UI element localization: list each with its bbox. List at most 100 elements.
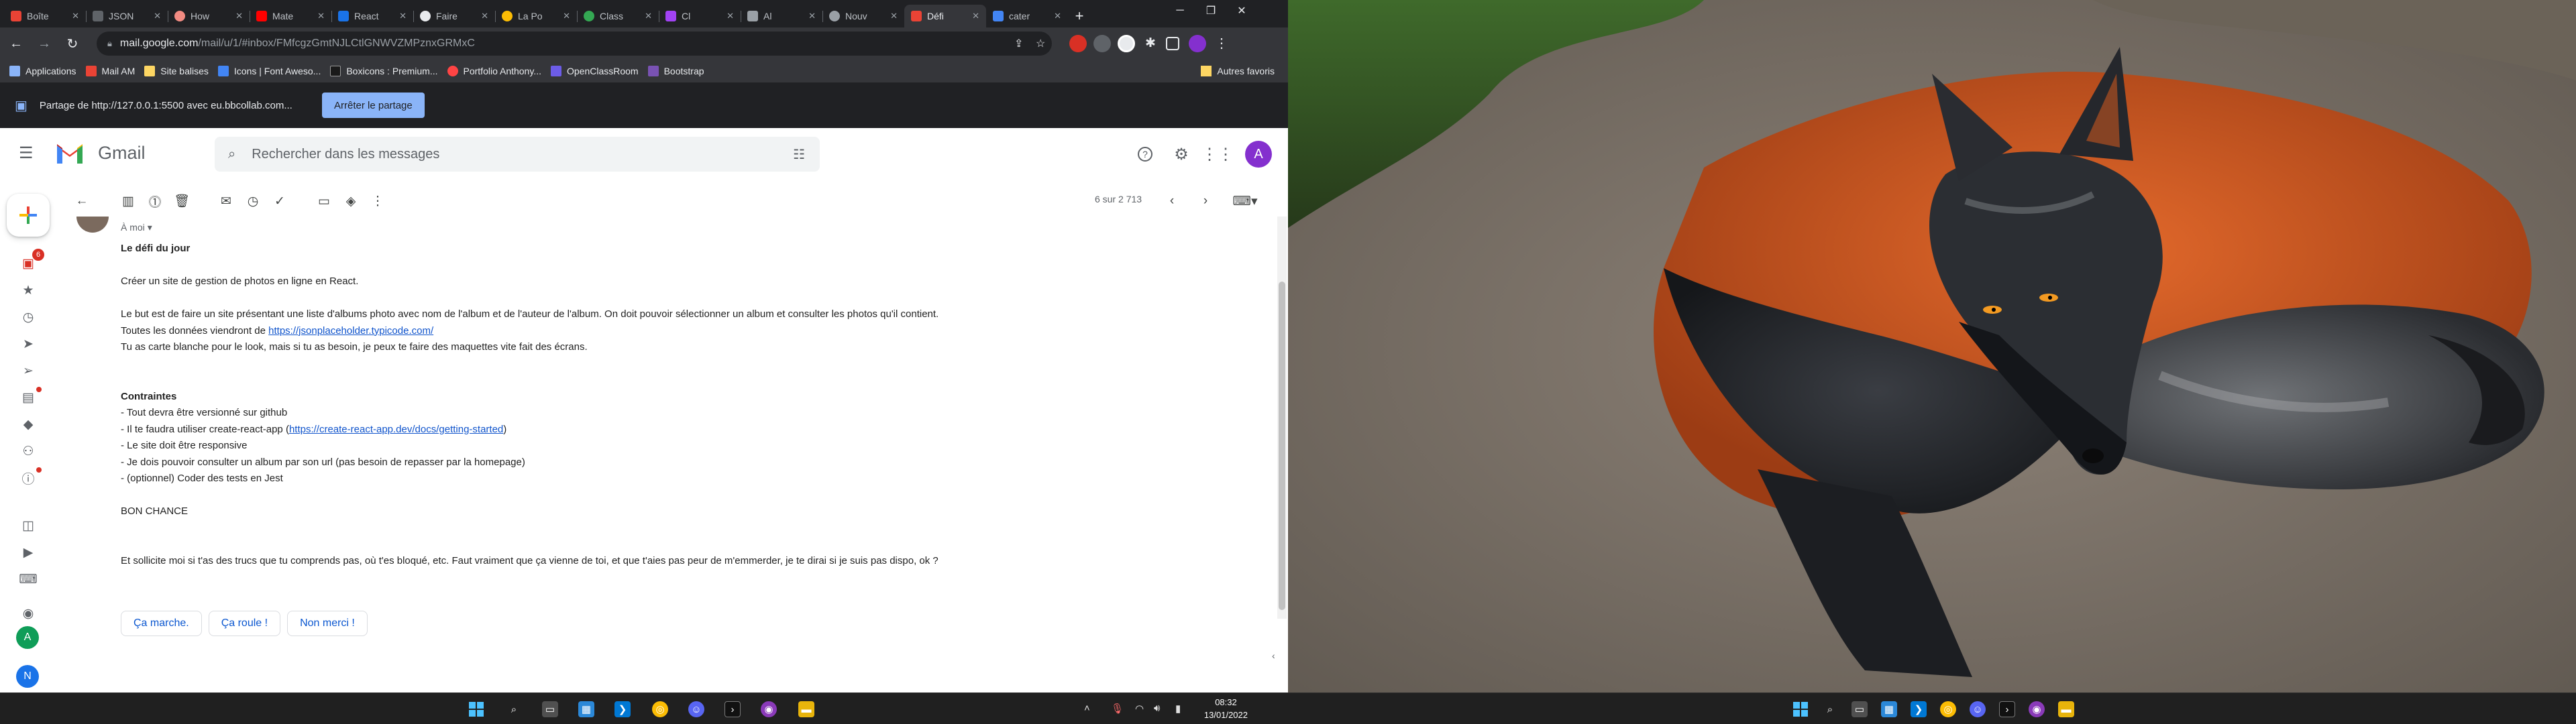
search-input[interactable] <box>252 146 749 162</box>
smart-reply-chip[interactable]: Non merci ! <box>287 611 368 636</box>
account-avatar[interactable]: A <box>1245 141 1272 168</box>
close-icon[interactable]: ✕ <box>399 11 407 21</box>
other-bookmarks[interactable]: Autres favoris <box>1201 60 1275 82</box>
minimize-button[interactable]: ─ <box>1165 0 1195 21</box>
search-icon[interactable]: ⌕ <box>228 147 235 162</box>
bookmark-item[interactable]: Icons | Font Aweso... <box>217 66 321 76</box>
extension-icon[interactable] <box>1069 35 1087 52</box>
reload-icon[interactable]: ↻ <box>60 32 85 56</box>
address-bar[interactable]: 🔒︎ mail.google.com/mail/u/1/#inbox/FMfcg… <box>97 32 1052 56</box>
chevron-down-icon[interactable]: ▾ <box>148 222 152 233</box>
widgets-icon[interactable]: ▦ <box>578 701 594 717</box>
keyboard-icon[interactable]: ⌨ <box>19 571 37 587</box>
bookmark-item[interactable]: Site balises <box>144 66 209 76</box>
close-icon[interactable]: ✕ <box>808 11 816 21</box>
system-clock[interactable]: 08:32 13/01/2022 <box>1204 696 1248 721</box>
chat-account-avatar[interactable]: A <box>16 626 39 649</box>
browser-tab-active[interactable]: Défi ✕ <box>904 5 986 27</box>
chrome-icon[interactable]: ◎ <box>1940 701 1956 717</box>
browser-tab[interactable]: La Po ✕ <box>495 5 577 27</box>
search-icon[interactable]: ⌕ <box>1822 701 1838 717</box>
compose-button[interactable] <box>7 194 50 237</box>
file-explorer-icon[interactable]: ▬ <box>2058 701 2074 717</box>
social-icon[interactable]: ⚇ <box>20 443 36 459</box>
close-icon[interactable]: ✕ <box>972 11 979 21</box>
search-icon[interactable]: ⌕ <box>506 701 522 717</box>
bookmark-star-icon[interactable]: ☆ <box>1036 37 1045 50</box>
back-icon[interactable]: ← <box>4 32 28 56</box>
recipient-details[interactable]: À moi ▾ <box>121 222 152 233</box>
widgets-icon[interactable]: ▦ <box>1881 701 1897 717</box>
bookmark-item[interactable]: Bootstrap <box>647 66 704 76</box>
puzzle-icon[interactable]: ✱ <box>1142 35 1159 52</box>
file-explorer-icon[interactable]: ▬ <box>798 701 814 717</box>
smart-reply-chip[interactable]: Ça roule ! <box>208 611 281 636</box>
profile-avatar[interactable] <box>1189 35 1206 52</box>
github-desktop-icon[interactable]: ◉ <box>2029 701 2045 717</box>
battery-icon[interactable]: ▮ <box>1175 703 1181 715</box>
snoozed-icon[interactable]: ◷ <box>20 309 36 325</box>
more-icon[interactable]: ⋮ <box>369 192 386 210</box>
side-panel-icon[interactable] <box>1166 37 1179 50</box>
close-icon[interactable]: ✕ <box>317 11 325 21</box>
windows-start-icon[interactable] <box>1792 701 1809 717</box>
apps-grid-icon[interactable]: ⋮⋮ <box>1201 144 1234 164</box>
close-icon[interactable]: ✕ <box>890 11 898 21</box>
forward-icon[interactable]: → <box>32 32 56 56</box>
jsonplaceholder-link[interactable]: https://jsonplaceholder.typicode.com/ <box>268 325 433 337</box>
mark-unread-icon[interactable]: ✉ <box>217 192 235 210</box>
sent-icon[interactable]: ➢ <box>20 363 36 379</box>
browser-tab[interactable]: Nouv ✕ <box>822 5 904 27</box>
terminal-icon[interactable]: › <box>1999 701 2015 717</box>
settings-gear-icon[interactable]: ⚙ <box>1171 144 1191 164</box>
vscode-icon[interactable]: ❯ <box>614 701 631 717</box>
close-icon[interactable]: ✕ <box>727 11 734 21</box>
volume-icon[interactable]: 🔊︎ <box>1154 703 1160 714</box>
browser-tab[interactable]: Cl ✕ <box>659 5 741 27</box>
close-icon[interactable]: ✕ <box>154 11 161 21</box>
new-tab-button[interactable]: + <box>1068 5 1091 27</box>
browser-tab[interactable]: How ✕ <box>168 5 250 27</box>
window-close-button[interactable]: ✕ <box>1226 0 1257 21</box>
browser-tab[interactable]: Class ✕ <box>577 5 659 27</box>
drafts-icon[interactable]: ▤ <box>20 389 36 406</box>
meet-new-icon[interactable]: ◫ <box>20 518 36 534</box>
close-icon[interactable]: ✕ <box>72 11 79 21</box>
chat-contact-avatar[interactable]: N <box>16 665 39 688</box>
close-icon[interactable]: ✕ <box>645 11 652 21</box>
main-menu-icon[interactable]: ☰ <box>19 145 35 162</box>
archive-icon[interactable]: ▥ <box>119 192 137 210</box>
updates-icon[interactable]: ⓘ <box>20 470 36 487</box>
maximize-button[interactable]: ❐ <box>1195 0 1226 21</box>
vscode-icon[interactable]: ❯ <box>1911 701 1927 717</box>
gmail-logo-icon[interactable] <box>55 141 85 164</box>
snooze-icon[interactable]: ◷ <box>244 192 262 210</box>
chrome-icon[interactable]: ◎ <box>652 701 668 717</box>
browser-tab[interactable]: React ✕ <box>331 5 413 27</box>
previous-message-icon[interactable]: ‹ <box>1163 192 1181 210</box>
next-message-icon[interactable]: › <box>1197 192 1214 210</box>
help-icon[interactable]: ? <box>1135 144 1155 164</box>
task-view-icon[interactable]: ▭ <box>542 701 558 717</box>
menu-kebab-icon[interactable]: ⋮ <box>1213 35 1230 52</box>
search-options-icon[interactable]: ☷ <box>793 146 805 163</box>
microphone-icon[interactable]: 🎙︎ <box>1111 703 1124 715</box>
browser-tab[interactable]: Boîte ✕ <box>4 5 86 27</box>
extension-icon[interactable] <box>1118 35 1135 52</box>
starred-icon[interactable]: ★ <box>20 282 36 298</box>
github-desktop-icon[interactable]: ◉ <box>761 701 777 717</box>
close-icon[interactable]: ✕ <box>1054 11 1061 21</box>
close-icon[interactable]: ✕ <box>563 11 570 21</box>
browser-tab[interactable]: Faire ✕ <box>413 5 495 27</box>
report-spam-icon[interactable]: ⓵ <box>146 192 164 210</box>
bookmark-item[interactable]: Boxicons : Premium... <box>330 66 438 76</box>
terminal-icon[interactable]: › <box>724 701 741 717</box>
smart-reply-chip[interactable]: Ça marche. <box>121 611 202 636</box>
meet-join-icon[interactable]: ▶ <box>20 544 36 560</box>
labels-icon[interactable]: ◈ <box>342 192 360 210</box>
share-icon[interactable]: ⇪ <box>1014 37 1023 50</box>
browser-tab[interactable]: JSON ✕ <box>86 5 168 27</box>
browser-tab[interactable]: Al ✕ <box>741 5 822 27</box>
task-view-icon[interactable]: ▭ <box>1851 701 1868 717</box>
bookmark-item[interactable]: Applications <box>9 66 76 76</box>
